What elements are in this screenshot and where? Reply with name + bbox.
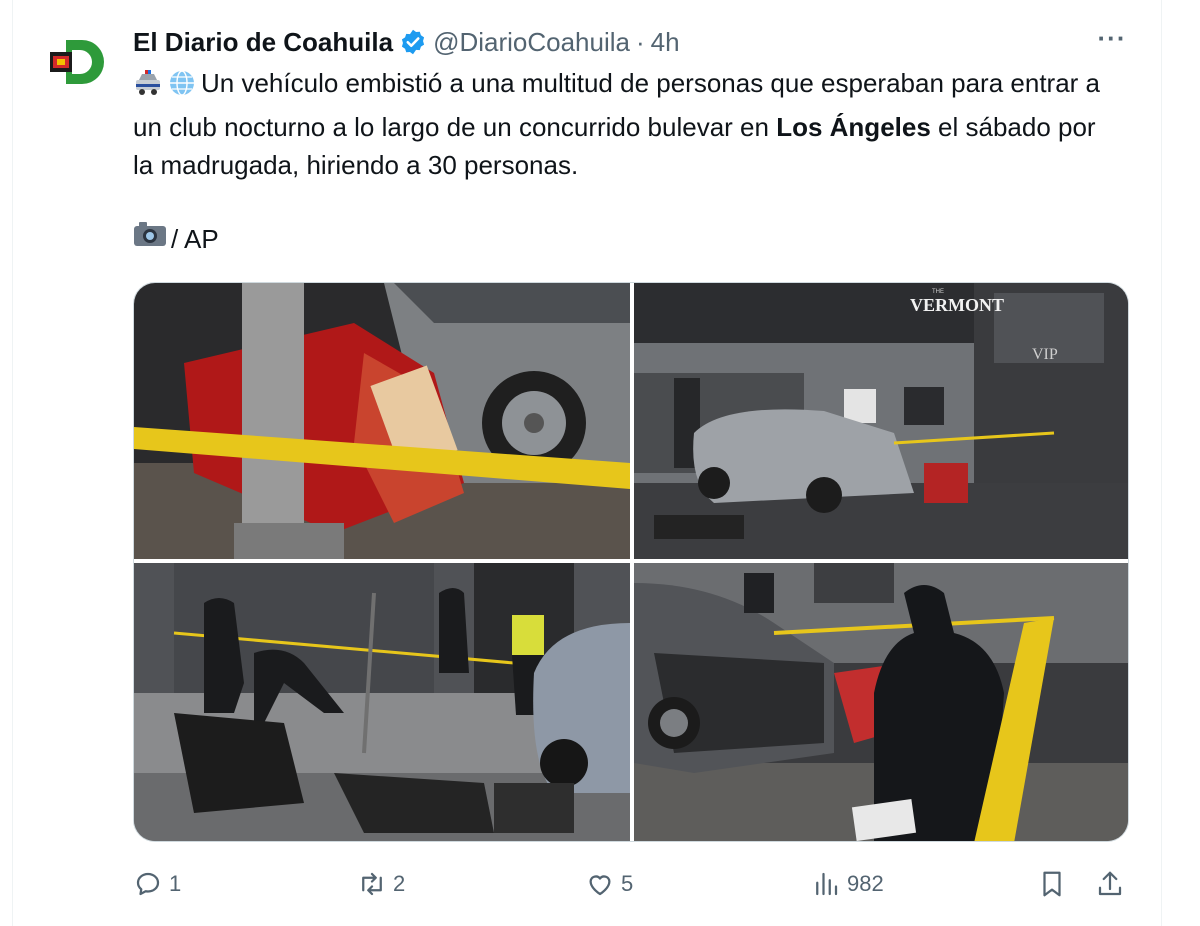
vermont-sign-top: THE bbox=[932, 289, 944, 295]
verified-badge-icon bbox=[399, 28, 427, 56]
credit-text: / AP bbox=[171, 224, 219, 254]
globe-emoji bbox=[167, 68, 197, 108]
bookmark-icon bbox=[1043, 871, 1061, 897]
retweet-button[interactable]: 2 bbox=[357, 862, 405, 906]
heart-icon bbox=[589, 875, 611, 896]
retweet-count: 2 bbox=[393, 871, 406, 896]
reply-button[interactable]: 1 bbox=[133, 862, 181, 906]
action-bar: 1 2 5 982 bbox=[133, 862, 1129, 906]
like-button[interactable]: 5 bbox=[585, 862, 633, 906]
share-button[interactable] bbox=[1095, 862, 1131, 906]
vermont-sign: VERMONT bbox=[910, 295, 1004, 315]
author-name[interactable]: El Diario de Coahuila bbox=[133, 27, 393, 58]
vip-sign: VIP bbox=[1032, 346, 1058, 363]
views-count: 982 bbox=[847, 871, 884, 896]
reply-count: 1 bbox=[169, 871, 182, 896]
tweet-text-bold: Los Ángeles bbox=[776, 112, 931, 142]
timestamp[interactable]: 4h bbox=[651, 27, 680, 58]
author-handle[interactable]: @DiarioCoahuila bbox=[433, 27, 630, 58]
avatar[interactable] bbox=[46, 30, 110, 94]
tweet-header: El Diario de Coahuila @DiarioCoahuila · … bbox=[133, 24, 1140, 60]
like-count: 5 bbox=[621, 871, 634, 896]
police-car-emoji bbox=[133, 68, 163, 108]
photo-1[interactable] bbox=[134, 283, 630, 559]
bookmark-button[interactable] bbox=[1037, 862, 1073, 906]
photo-4[interactable] bbox=[634, 563, 1128, 841]
share-icon bbox=[1098, 871, 1122, 896]
tweet-text: Un vehículo embistió a una multitud de p… bbox=[133, 64, 1113, 184]
retweet-icon bbox=[362, 872, 382, 896]
views-button[interactable]: 982 bbox=[811, 862, 884, 906]
separator-dot: · bbox=[636, 26, 645, 57]
more-options-icon[interactable]: ··· bbox=[1094, 25, 1130, 56]
views-chart-icon bbox=[816, 872, 838, 896]
camera-emoji bbox=[133, 220, 167, 258]
photo-2[interactable]: VERMONT THE VIP bbox=[634, 283, 1128, 559]
reply-icon bbox=[136, 872, 160, 896]
media-grid: VERMONT THE VIP bbox=[133, 282, 1129, 842]
photo-credit: / AP bbox=[133, 220, 219, 258]
photo-3[interactable] bbox=[134, 563, 630, 841]
